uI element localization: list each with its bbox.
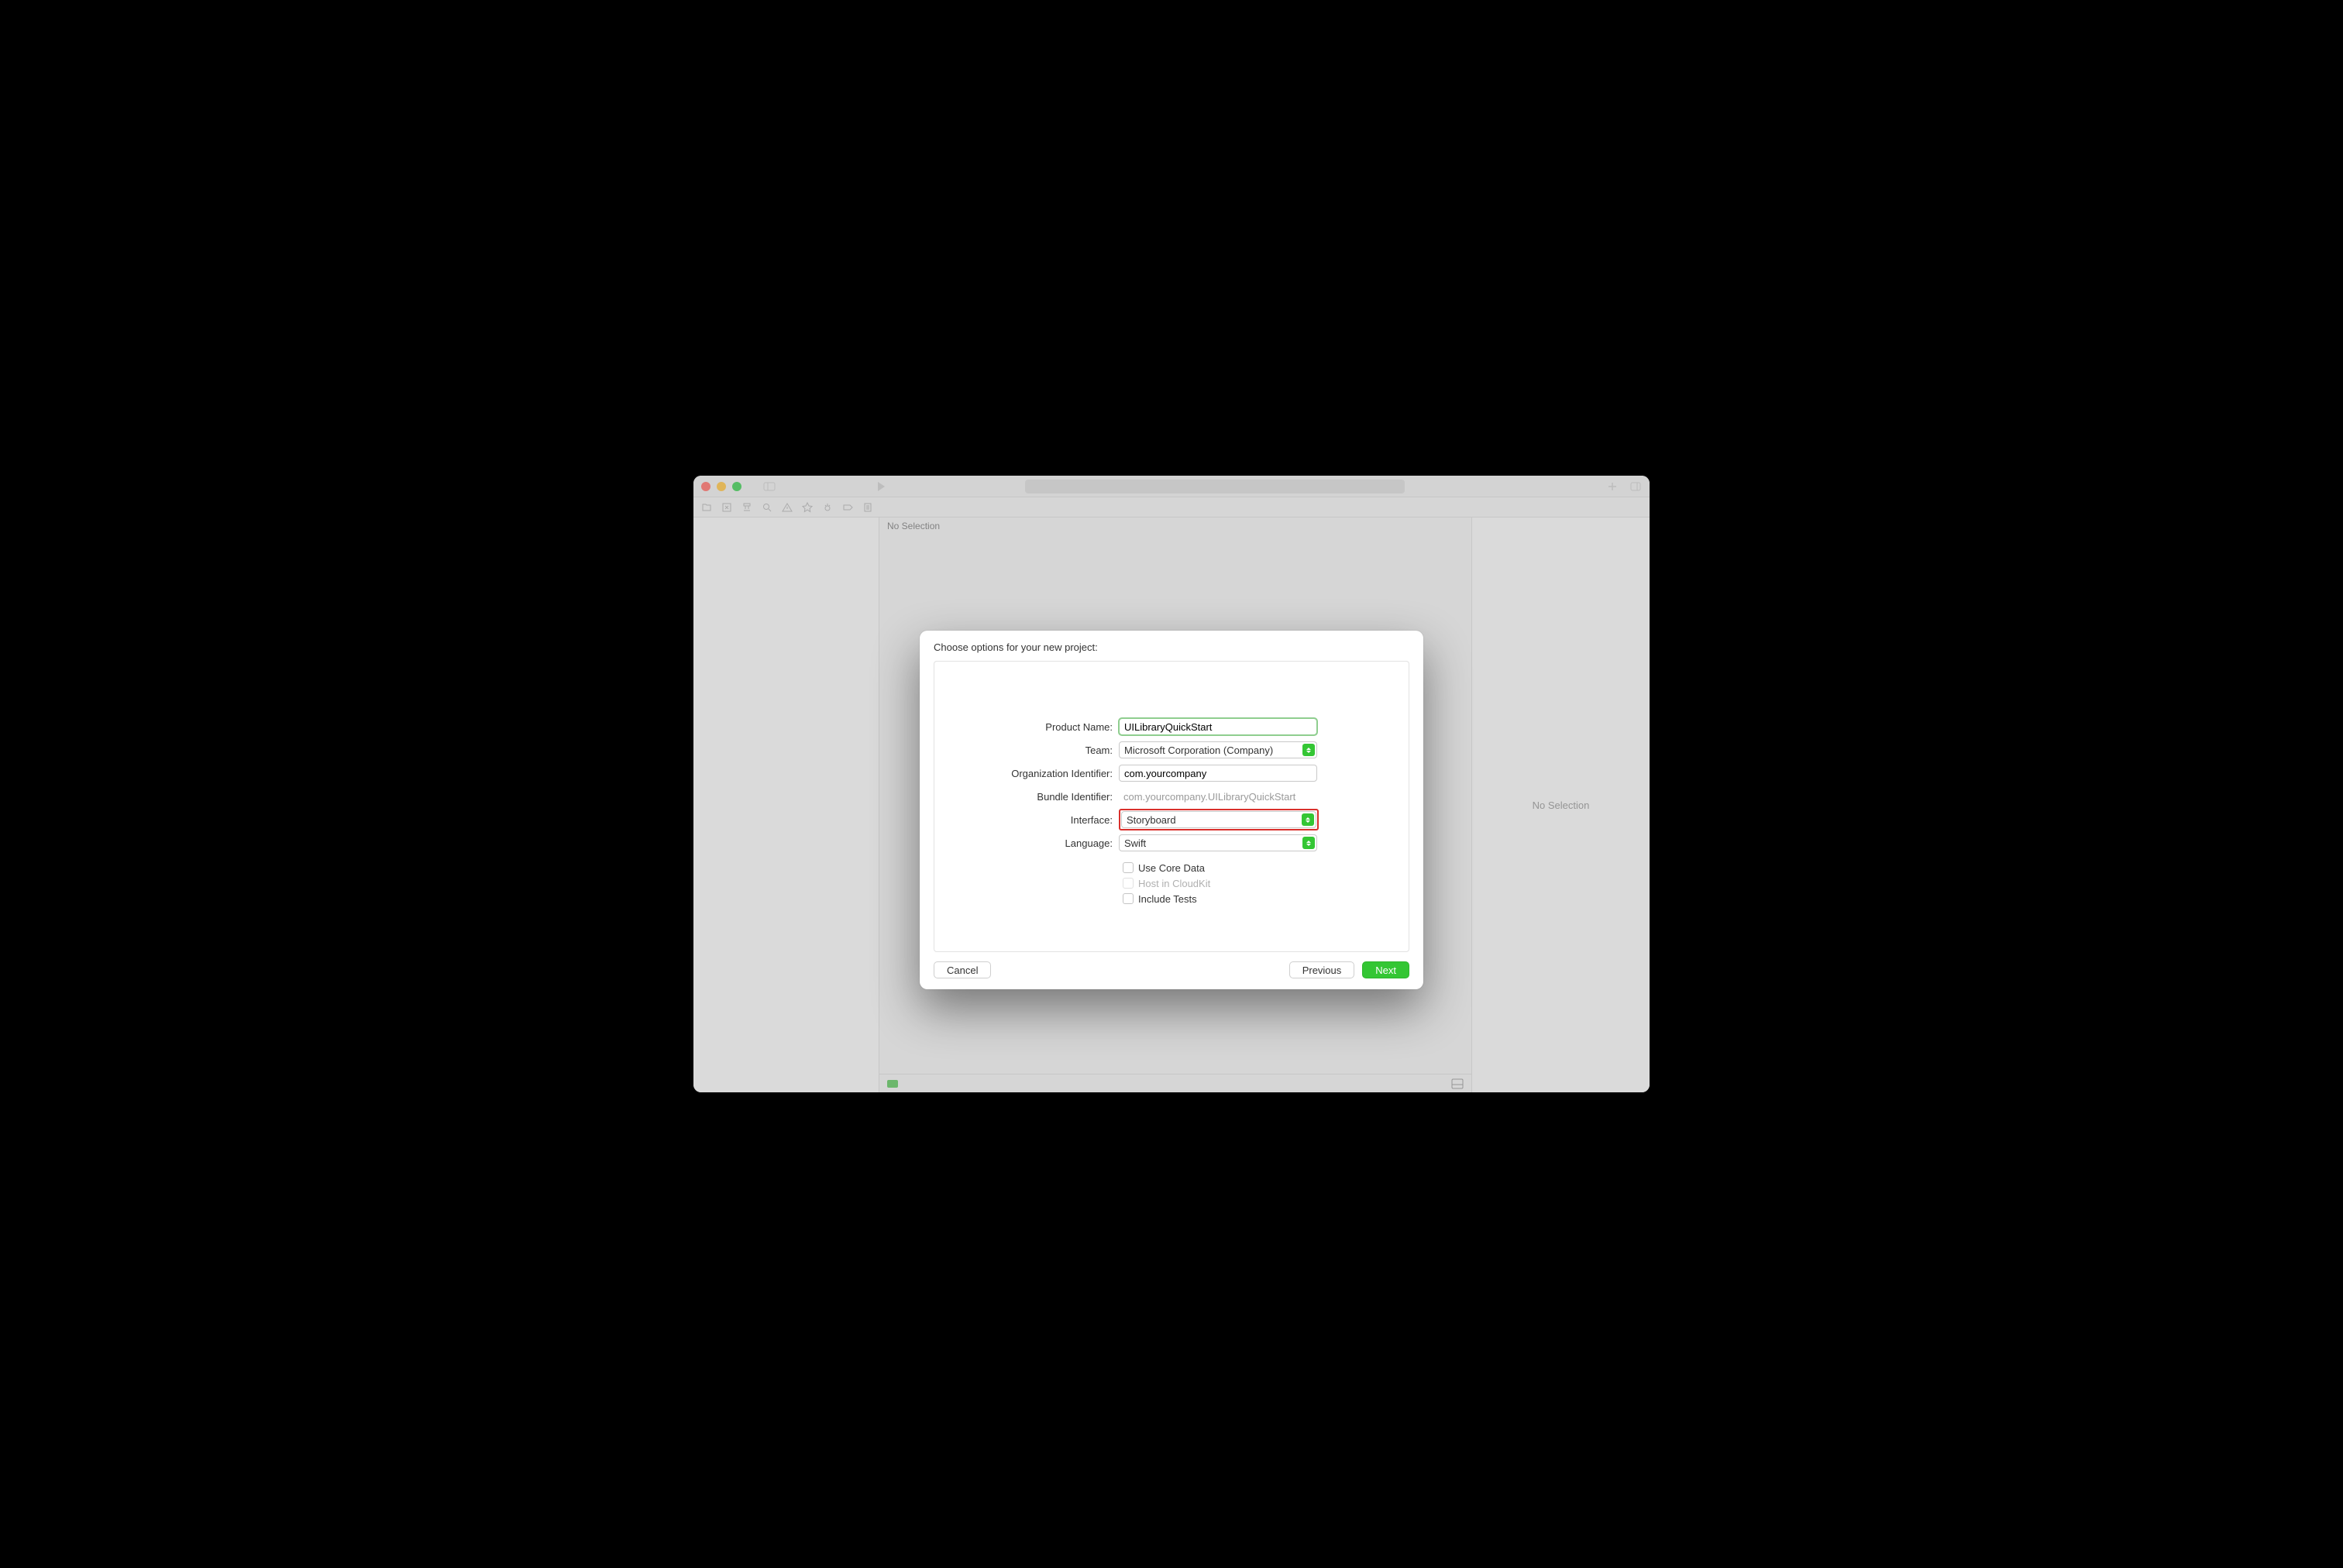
inspector-area: No Selection bbox=[1471, 518, 1650, 1092]
activity-viewer[interactable] bbox=[1025, 480, 1405, 493]
debug-status-icon bbox=[887, 1080, 898, 1088]
bundle-identifier-label: Bundle Identifier: bbox=[934, 791, 1113, 803]
interface-label: Interface: bbox=[934, 814, 1113, 826]
include-tests-label: Include Tests bbox=[1138, 893, 1197, 905]
next-button[interactable]: Next bbox=[1362, 961, 1409, 978]
chevron-updown-icon bbox=[1302, 837, 1315, 849]
navigator-toolbar bbox=[693, 497, 1650, 518]
use-core-data-label: Use Core Data bbox=[1138, 862, 1205, 874]
minimize-window-button[interactable] bbox=[717, 482, 726, 491]
host-in-cloudkit-checkbox bbox=[1123, 878, 1134, 889]
run-button-icon[interactable] bbox=[875, 480, 887, 493]
window-controls bbox=[701, 482, 741, 491]
add-tab-icon[interactable] bbox=[1606, 480, 1619, 493]
new-project-sheet: Choose options for your new project: Pro… bbox=[920, 631, 1423, 989]
language-label: Language: bbox=[934, 837, 1113, 849]
inspector-placeholder: No Selection bbox=[1533, 799, 1590, 811]
org-identifier-field[interactable] bbox=[1119, 765, 1317, 782]
project-navigator-icon[interactable] bbox=[701, 502, 712, 513]
xcode-window: No Selection No Selection Choose options… bbox=[693, 476, 1650, 1092]
host-in-cloudkit-label: Host in CloudKit bbox=[1138, 878, 1210, 889]
find-navigator-icon[interactable] bbox=[762, 502, 772, 513]
titlebar bbox=[693, 476, 1650, 497]
language-select[interactable]: Swift bbox=[1119, 834, 1317, 851]
library-icon[interactable] bbox=[1629, 480, 1642, 493]
debug-bar bbox=[879, 1074, 1471, 1092]
breakpoint-navigator-icon[interactable] bbox=[842, 502, 853, 513]
team-label: Team: bbox=[934, 744, 1113, 756]
sheet-form: Product Name: Team: Microsoft Corporatio… bbox=[934, 661, 1409, 952]
include-tests-checkbox[interactable] bbox=[1123, 893, 1134, 904]
team-select[interactable]: Microsoft Corporation (Company) bbox=[1119, 741, 1317, 758]
report-navigator-icon[interactable] bbox=[862, 502, 873, 513]
previous-button[interactable]: Previous bbox=[1289, 961, 1355, 978]
variables-view-toggle-icon[interactable] bbox=[1451, 1078, 1464, 1089]
test-navigator-icon[interactable] bbox=[802, 502, 813, 513]
bundle-identifier-value: com.yourcompany.UILibraryQuickStart bbox=[1119, 791, 1317, 803]
chevron-updown-icon bbox=[1302, 744, 1315, 756]
interface-highlight: Storyboard bbox=[1119, 809, 1319, 830]
chevron-updown-icon bbox=[1302, 813, 1314, 826]
product-name-label: Product Name: bbox=[934, 721, 1113, 733]
zoom-window-button[interactable] bbox=[732, 482, 741, 491]
symbol-navigator-icon[interactable] bbox=[741, 502, 752, 513]
debug-navigator-icon[interactable] bbox=[822, 502, 833, 513]
issue-navigator-icon[interactable] bbox=[782, 502, 793, 513]
sheet-title: Choose options for your new project: bbox=[934, 641, 1409, 653]
use-core-data-checkbox[interactable] bbox=[1123, 862, 1134, 873]
product-name-field[interactable] bbox=[1119, 718, 1317, 735]
navigator-area bbox=[693, 518, 879, 1092]
source-control-navigator-icon[interactable] bbox=[721, 502, 732, 513]
editor-breadcrumb: No Selection bbox=[879, 518, 948, 535]
sheet-button-row: Cancel Previous Next bbox=[934, 961, 1409, 978]
interface-select[interactable]: Storyboard bbox=[1121, 811, 1316, 828]
org-identifier-label: Organization Identifier: bbox=[934, 768, 1113, 779]
close-window-button[interactable] bbox=[701, 482, 710, 491]
sidebar-toggle-icon[interactable] bbox=[763, 480, 776, 493]
cancel-button[interactable]: Cancel bbox=[934, 961, 991, 978]
